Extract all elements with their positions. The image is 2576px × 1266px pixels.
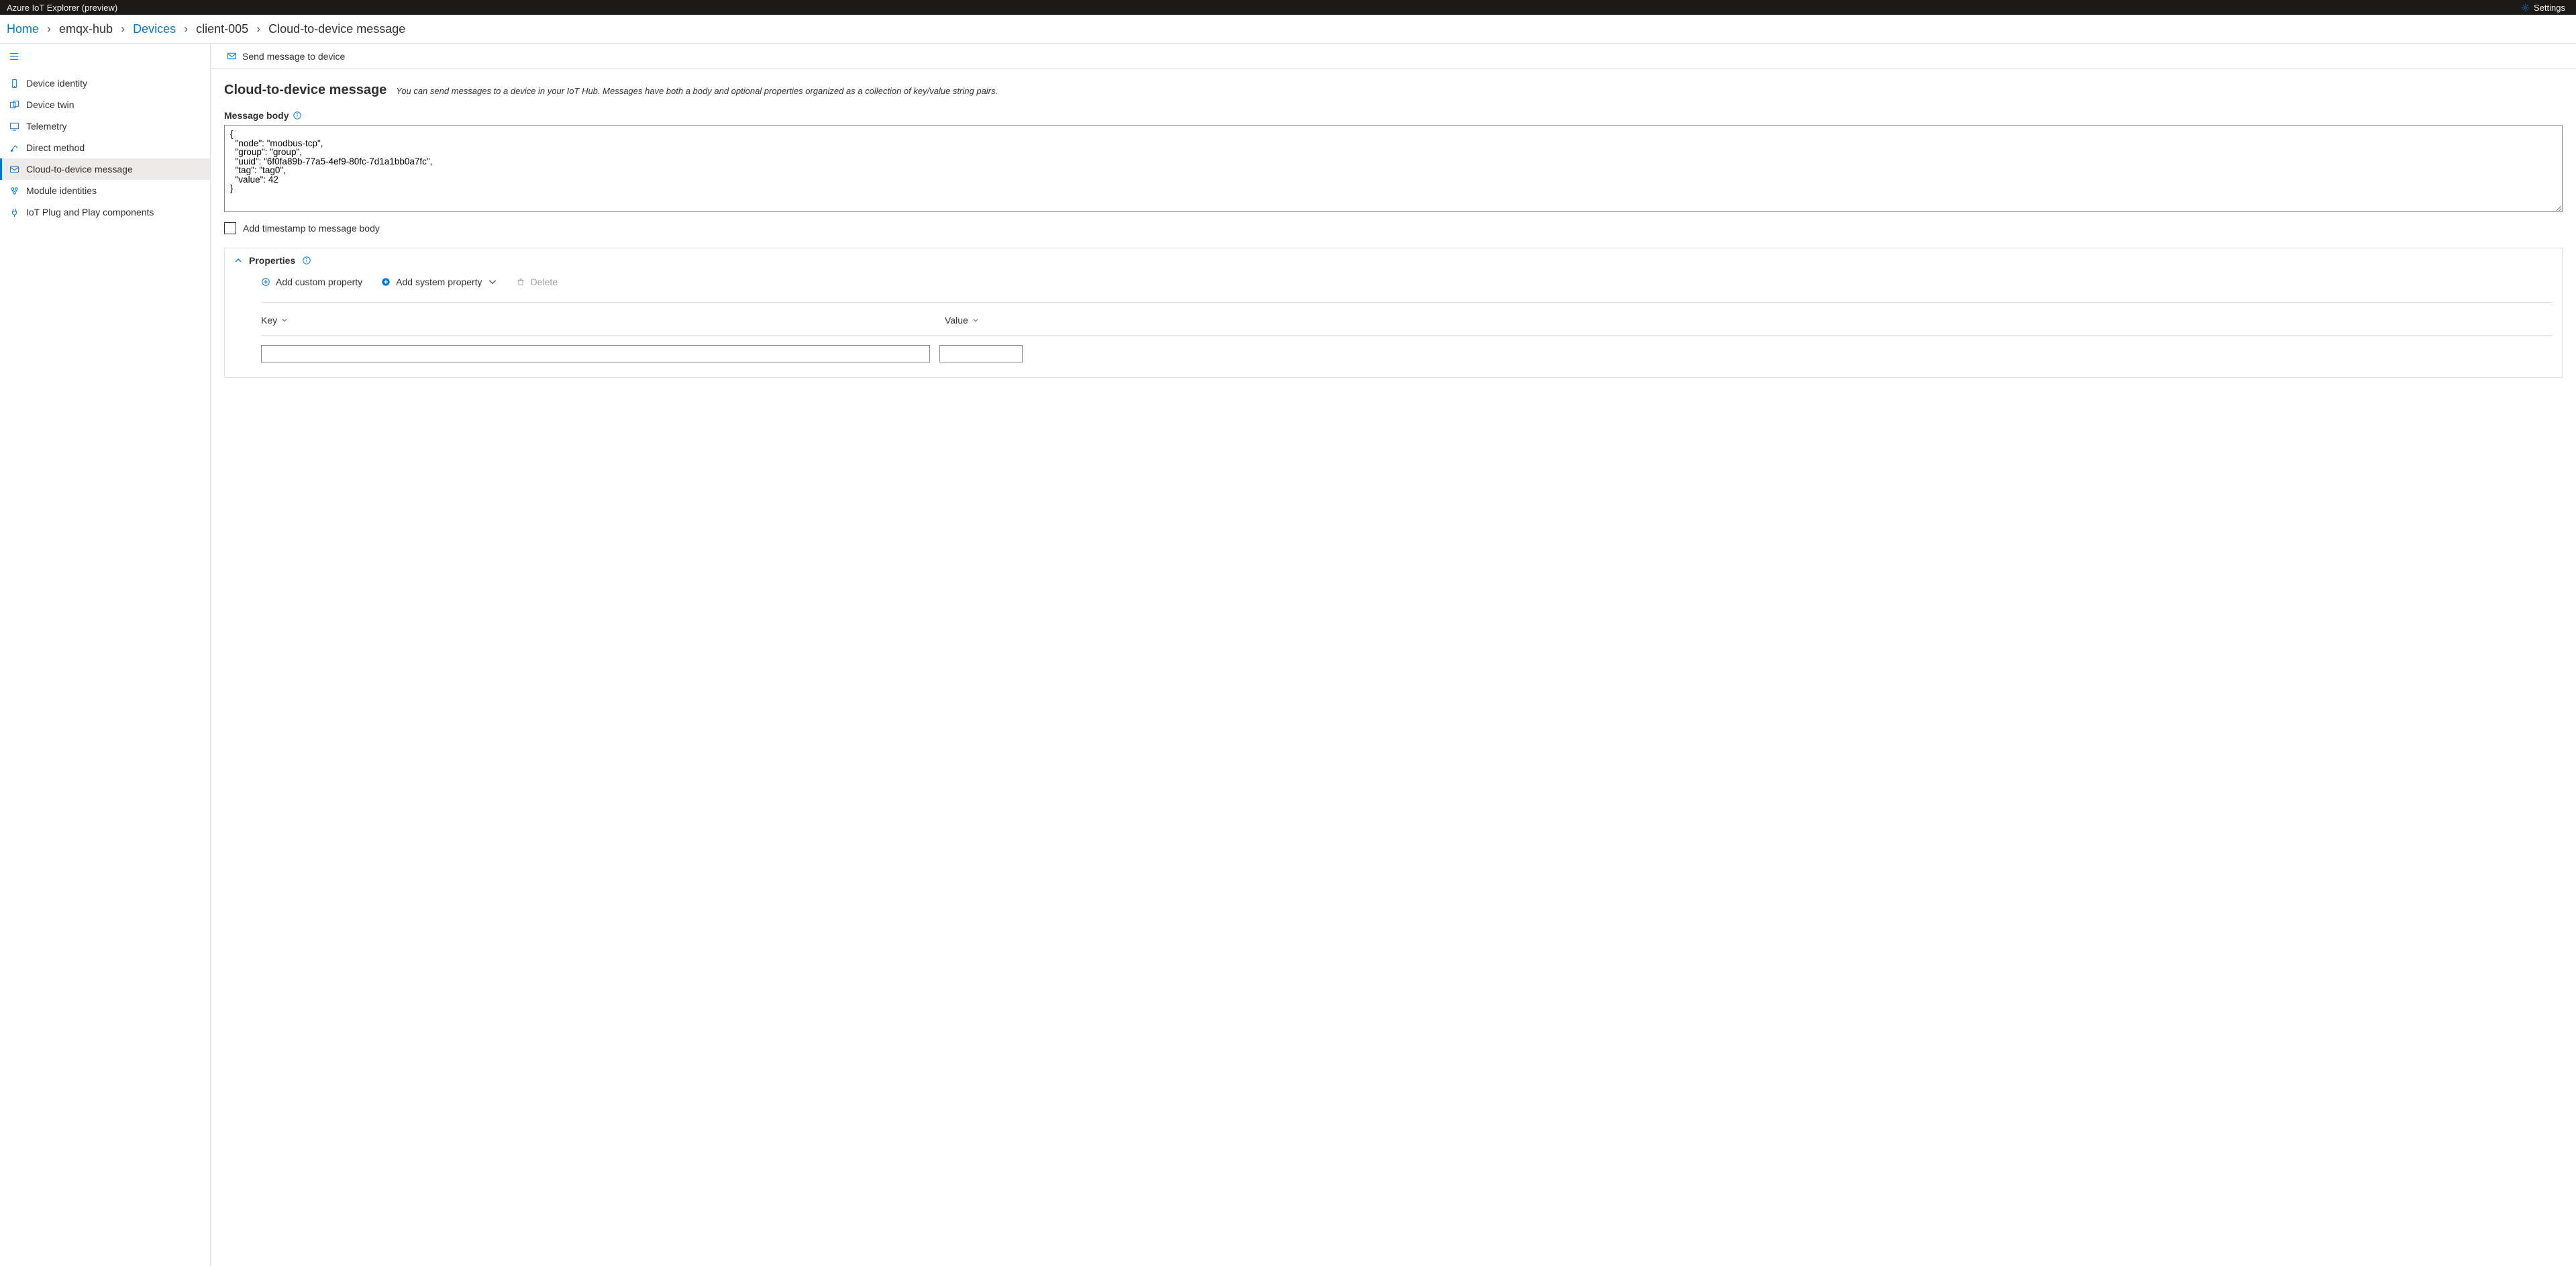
chevron-right-icon: › [256, 22, 260, 36]
hamburger-icon [9, 52, 19, 61]
command-bar: Send message to device [211, 44, 2576, 69]
chevron-down-icon [972, 317, 979, 324]
page-heading: Cloud-to-device message You can send mes… [224, 83, 2563, 98]
telemetry-icon [9, 121, 19, 132]
properties-actions: Add custom property Add system property … [225, 273, 2562, 291]
delete-property-label: Delete [531, 277, 558, 287]
plus-circle-filled-icon [381, 277, 391, 287]
chevron-right-icon: › [47, 22, 51, 36]
sidebar-item-pnp-components[interactable]: IoT Plug and Play components [0, 201, 210, 223]
properties-panel: Properties Add custom property Add syste… [224, 248, 2563, 378]
sidebar-item-label: IoT Plug and Play components [26, 207, 154, 217]
breadcrumb-device-id: client-005 [196, 22, 248, 36]
gear-icon [2521, 3, 2530, 12]
hamburger-button[interactable] [0, 48, 210, 67]
chevron-up-icon [234, 256, 242, 264]
plus-circle-icon [261, 277, 270, 287]
sidebar-nav: Device identity Device twin Telemetry Di… [0, 72, 210, 223]
plug-icon [9, 207, 19, 217]
send-message-button[interactable]: Send message to device [227, 51, 345, 62]
breadcrumb-devices[interactable]: Devices [133, 22, 176, 36]
properties-header[interactable]: Properties [225, 248, 2562, 273]
delete-property-button: Delete [516, 277, 558, 287]
direct-method-icon [9, 143, 19, 153]
add-custom-property-label: Add custom property [276, 277, 362, 287]
properties-grid: Key Value [225, 291, 2562, 377]
chevron-right-icon: › [121, 22, 125, 36]
trash-icon [516, 277, 525, 287]
divider [261, 302, 2553, 303]
app-header: Azure IoT Explorer (preview) Settings [0, 0, 2576, 15]
settings-label: Settings [2534, 3, 2565, 13]
mail-icon [227, 51, 237, 61]
main: Send message to device Cloud-to-device m… [211, 44, 2576, 1266]
mail-icon [9, 164, 19, 175]
column-header-key-label: Key [261, 315, 277, 326]
breadcrumb: Home › emqx-hub › Devices › client-005 ›… [0, 15, 2576, 43]
module-identities-icon [9, 186, 19, 196]
sidebar-item-telemetry[interactable]: Telemetry [0, 115, 210, 137]
property-value-input[interactable] [939, 345, 1023, 362]
sidebar-item-device-identity[interactable]: Device identity [0, 72, 210, 94]
message-body-label: Message body [224, 110, 289, 121]
sidebar-item-label: Module identities [26, 185, 97, 196]
body-row: Device identity Device twin Telemetry Di… [0, 43, 2576, 1266]
breadcrumb-home[interactable]: Home [7, 22, 39, 36]
add-system-property-label: Add system property [396, 277, 482, 287]
settings-button[interactable]: Settings [2521, 3, 2569, 13]
sidebar-item-label: Direct method [26, 142, 85, 153]
breadcrumb-current: Cloud-to-device message [268, 22, 405, 36]
add-timestamp-row[interactable]: Add timestamp to message body [224, 222, 2563, 234]
info-icon[interactable] [302, 256, 311, 265]
sidebar-item-device-twin[interactable]: Device twin [0, 94, 210, 115]
sidebar-item-direct-method[interactable]: Direct method [0, 137, 210, 158]
content: Cloud-to-device message You can send mes… [211, 69, 2576, 1266]
properties-label: Properties [249, 255, 295, 266]
sidebar-item-label: Cloud-to-device message [26, 164, 133, 175]
app-title: Azure IoT Explorer (preview) [7, 3, 117, 13]
device-twin-icon [9, 100, 19, 110]
add-timestamp-checkbox[interactable] [224, 222, 236, 234]
column-header-value[interactable]: Value [945, 315, 1036, 326]
add-system-property-button[interactable]: Add system property [381, 277, 497, 287]
page-subtitle: You can send messages to a device in you… [396, 86, 998, 96]
property-row [261, 342, 2553, 365]
sidebar-item-label: Device identity [26, 78, 87, 89]
column-header-key[interactable]: Key [261, 315, 935, 326]
info-icon[interactable] [293, 111, 302, 120]
chevron-down-icon [488, 277, 497, 287]
add-timestamp-label: Add timestamp to message body [243, 223, 380, 234]
chevron-right-icon: › [184, 22, 188, 36]
sidebar-item-module-identities[interactable]: Module identities [0, 180, 210, 201]
page-title: Cloud-to-device message [224, 83, 387, 98]
device-identity-icon [9, 79, 19, 89]
column-header-value-label: Value [945, 315, 968, 326]
divider [261, 335, 2553, 336]
send-message-label: Send message to device [242, 51, 345, 62]
chevron-down-icon [281, 317, 288, 324]
add-custom-property-button[interactable]: Add custom property [261, 277, 362, 287]
properties-header-row: Key Value [261, 309, 2553, 331]
sidebar-item-label: Telemetry [26, 121, 67, 132]
sidebar-item-label: Device twin [26, 99, 74, 110]
breadcrumb-hub: emqx-hub [59, 22, 113, 36]
property-key-input[interactable] [261, 345, 930, 362]
sidebar: Device identity Device twin Telemetry Di… [0, 44, 211, 1266]
message-body-label-row: Message body [224, 110, 2563, 121]
message-body-input[interactable] [224, 125, 2563, 212]
sidebar-item-cloud-to-device[interactable]: Cloud-to-device message [0, 158, 210, 180]
